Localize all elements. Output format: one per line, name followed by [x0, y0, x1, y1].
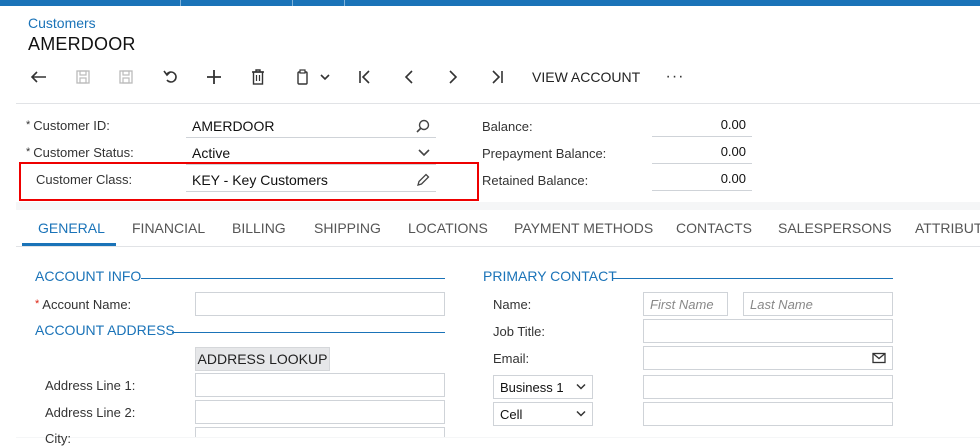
address-line-2-label: Address Line 2:: [45, 405, 136, 420]
next-record-icon[interactable]: [442, 63, 464, 91]
first-name-input[interactable]: First Name: [643, 292, 728, 316]
address-line-1-input[interactable]: [195, 373, 445, 397]
balance-label: Balance:: [482, 119, 533, 134]
job-title-label: Job Title:: [493, 324, 546, 339]
top-nav-separator: [180, 0, 181, 6]
last-record-icon[interactable]: [486, 63, 508, 91]
breadcrumb[interactable]: Customers: [28, 15, 96, 31]
section-divider: [172, 332, 445, 333]
account-address-section-title: ACCOUNT ADDRESS: [35, 322, 175, 338]
more-actions-icon[interactable]: ···: [664, 63, 686, 91]
city-label: City:: [45, 431, 71, 446]
back-icon[interactable]: [28, 63, 50, 91]
undo-icon[interactable]: [160, 63, 182, 91]
name-label: Name:: [493, 297, 532, 312]
page-title: AMERDOOR: [28, 34, 136, 54]
address-line-1-label: Address Line 1:: [45, 378, 136, 393]
chevron-down-icon: [418, 148, 430, 157]
job-title-input[interactable]: [643, 319, 893, 343]
prepayment-balance-value: 0.00: [652, 144, 752, 164]
add-icon[interactable]: [203, 63, 225, 91]
customer-id-label: * Customer ID:: [26, 118, 110, 133]
section-divider: [141, 278, 445, 279]
tab-financial[interactable]: FINANCIAL: [132, 220, 205, 236]
copy-paste-menu-icon[interactable]: [292, 63, 334, 91]
phone-2-type-select[interactable]: Cell: [493, 402, 593, 426]
active-tab-indicator: [22, 243, 116, 246]
tab-locations[interactable]: LOCATIONS: [408, 220, 488, 236]
account-name-input[interactable]: [195, 292, 445, 316]
tab-payment-methods[interactable]: PAYMENT METHODS: [514, 220, 653, 236]
save-icon[interactable]: [115, 63, 137, 91]
tab-attributes[interactable]: ATTRIBUTI: [915, 220, 980, 236]
search-icon[interactable]: [416, 119, 430, 133]
prepayment-balance-label: Prepayment Balance:: [482, 146, 607, 161]
address-lookup-button[interactable]: ADDRESS LOOKUP: [195, 347, 330, 371]
phone-2-input[interactable]: [643, 402, 893, 426]
chevron-down-icon: [576, 383, 586, 391]
customer-status-label: * Customer Status:: [26, 145, 134, 160]
customer-id-field[interactable]: AMERDOOR: [186, 114, 436, 138]
tab-billing[interactable]: BILLING: [232, 220, 286, 236]
account-info-section-title: ACCOUNT INFO: [35, 268, 142, 284]
view-account-button[interactable]: VIEW ACCOUNT: [532, 69, 640, 85]
top-nav-separator: [292, 0, 293, 6]
top-nav-bar: [0, 0, 980, 6]
section-divider: [613, 278, 893, 279]
phone-1-type-select[interactable]: Business 1: [493, 375, 593, 399]
tab-shipping[interactable]: SHIPPING: [314, 220, 381, 236]
primary-contact-section-title: PRIMARY CONTACT: [483, 268, 617, 284]
first-record-icon[interactable]: [354, 63, 376, 91]
phone-1-input[interactable]: [643, 375, 893, 399]
address-line-2-input[interactable]: [195, 400, 445, 424]
chevron-down-icon: [576, 410, 586, 418]
balance-value: 0.00: [652, 117, 752, 137]
tab-general[interactable]: GENERAL: [38, 220, 105, 236]
city-input[interactable]: [195, 427, 445, 437]
retained-balance-label: Retained Balance:: [482, 173, 589, 188]
top-nav-separator: [344, 0, 345, 6]
account-name-label: * Account Name:: [35, 297, 132, 312]
tab-contacts[interactable]: CONTACTS: [676, 220, 752, 236]
retained-balance-value: 0.00: [652, 171, 752, 191]
mail-icon[interactable]: [872, 352, 886, 364]
last-name-input[interactable]: Last Name: [743, 292, 893, 316]
customer-class-highlight: [19, 162, 479, 201]
previous-record-icon[interactable]: [398, 63, 420, 91]
toolbar: ···: [0, 63, 980, 93]
tab-bar: GENERAL FINANCIAL BILLING SHIPPING LOCAT…: [16, 210, 980, 247]
save-and-close-icon[interactable]: [72, 63, 94, 91]
tab-salespersons[interactable]: SALESPERSONS: [778, 220, 892, 236]
email-input[interactable]: [643, 346, 893, 370]
email-label: Email:: [493, 351, 530, 366]
delete-icon[interactable]: [247, 63, 269, 91]
